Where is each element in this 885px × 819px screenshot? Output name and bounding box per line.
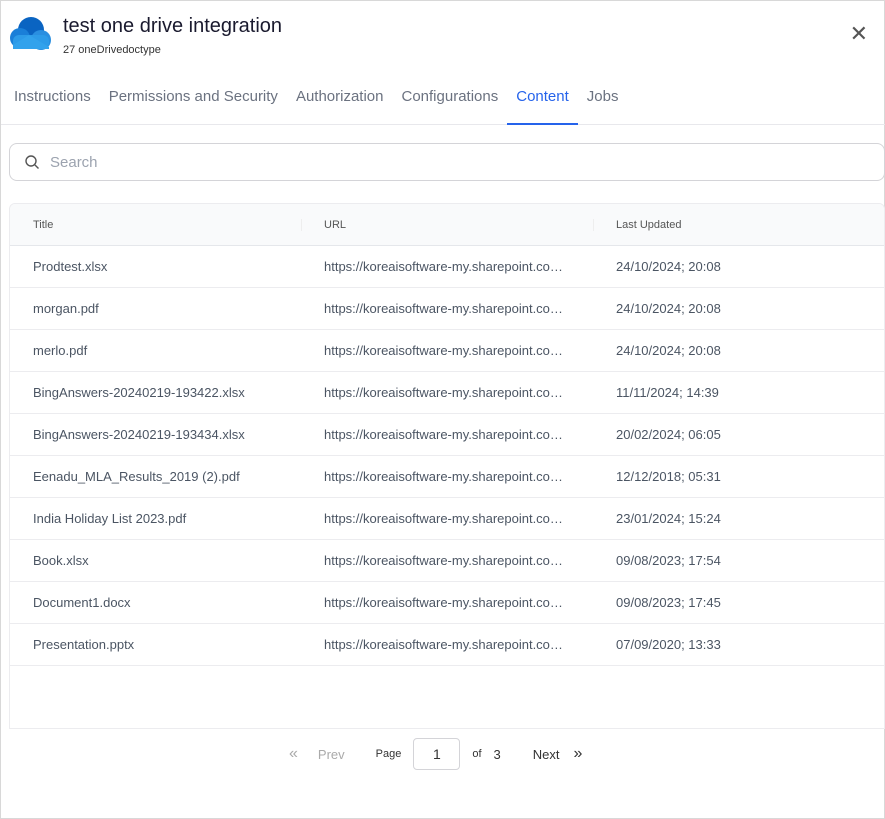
tab-bar: Instructions Permissions and Security Au…	[1, 79, 885, 125]
of-label: of	[472, 748, 482, 760]
row-title: Prodtest.xlsx	[33, 259, 108, 274]
row-url: https://koreaisoftware-my.sharepoint.com…	[324, 637, 572, 652]
page-title: test one drive integration	[63, 15, 283, 37]
row-last-updated: 12/12/2018; 05:31	[616, 469, 721, 484]
row-title: India Holiday List 2023.pdf	[33, 511, 187, 526]
row-title: morgan.pdf	[33, 301, 99, 316]
page-label: Page	[375, 748, 402, 760]
close-icon[interactable]: ✕	[850, 21, 868, 47]
row-url: https://koreaisoftware-my.sharepoint.com…	[324, 259, 572, 274]
tab-content[interactable]: Content	[507, 79, 578, 125]
row-url: https://koreaisoftware-my.sharepoint.com…	[324, 511, 572, 526]
tab-configurations[interactable]: Configurations	[393, 79, 508, 125]
column-header-url[interactable]: URL	[302, 218, 594, 231]
row-url: https://koreaisoftware-my.sharepoint.com…	[324, 301, 572, 316]
pagination: « Prev Page 1 of 3 Next »	[289, 738, 582, 770]
row-last-updated: 09/08/2023; 17:45	[616, 595, 721, 610]
row-last-updated: 24/10/2024; 20:08	[616, 301, 721, 316]
table-row[interactable]: BingAnswers-20240219-193434.xlsx https://…	[10, 414, 884, 456]
row-url: https://koreaisoftware-my.sharepoint.com…	[324, 427, 572, 442]
header: test one drive integration 27 oneDrivedo…	[9, 13, 282, 56]
table-row[interactable]: morgan.pdf https://koreaisoftware-my.shar…	[10, 288, 884, 330]
search-box	[9, 143, 885, 181]
table-row[interactable]: Document1.docx https://koreaisoftware-my.…	[10, 582, 884, 624]
content-table: Title URL Last Updated Prodtest.xlsx http…	[9, 203, 885, 729]
row-url: https://koreaisoftware-my.sharepoint.com…	[324, 553, 572, 568]
row-url: https://koreaisoftware-my.sharepoint.com…	[324, 595, 572, 610]
next-button[interactable]: Next	[533, 747, 560, 762]
table-row[interactable]: India Holiday List 2023.pdf https://korea…	[10, 498, 884, 540]
tab-instructions[interactable]: Instructions	[5, 79, 100, 125]
search-input[interactable]	[50, 153, 830, 171]
row-title: Presentation.pptx	[33, 637, 135, 652]
tab-permissions-security[interactable]: Permissions and Security	[100, 79, 287, 125]
row-url: https://koreaisoftware-my.sharepoint.com…	[324, 343, 572, 358]
page-subtitle: 27 oneDrivedoctype	[63, 44, 161, 56]
prev-button[interactable]: Prev	[318, 747, 345, 762]
page-number-input[interactable]: 1	[413, 738, 461, 770]
row-last-updated: 09/08/2023; 17:54	[616, 553, 721, 568]
table-header: Title URL Last Updated	[10, 204, 884, 246]
row-last-updated: 23/01/2024; 15:24	[616, 511, 721, 526]
row-last-updated: 20/02/2024; 06:05	[616, 427, 721, 442]
row-title: Eenadu_MLA_Results_2019 (2).pdf	[33, 469, 240, 484]
table-row[interactable]: Presentation.pptx https://koreaisoftware-…	[10, 624, 884, 666]
total-pages: 3	[493, 746, 501, 762]
tab-jobs[interactable]: Jobs	[578, 79, 628, 125]
column-header-title[interactable]: Title	[10, 218, 302, 231]
table-row[interactable]: BingAnswers-20240219-193422.xlsx https://…	[10, 372, 884, 414]
table-row[interactable]: Book.xlsx https://koreaisoftware-my.share…	[10, 540, 884, 582]
row-url: https://koreaisoftware-my.sharepoint.com…	[324, 385, 572, 400]
first-page-button[interactable]: «	[289, 745, 298, 763]
tab-authorization[interactable]: Authorization	[287, 79, 393, 125]
table-row[interactable]: Prodtest.xlsx https://koreaisoftware-my.s…	[10, 246, 884, 288]
row-url: https://koreaisoftware-my.sharepoint.com…	[324, 469, 572, 484]
onedrive-logo-icon	[10, 17, 51, 50]
column-header-last-updated[interactable]: Last Updated	[594, 219, 681, 231]
row-last-updated: 07/09/2020; 13:33	[616, 637, 721, 652]
row-title: Document1.docx	[33, 595, 131, 610]
row-last-updated: 24/10/2024; 20:08	[616, 343, 721, 358]
row-title: BingAnswers-20240219-193434.xlsx	[33, 427, 245, 442]
row-title: BingAnswers-20240219-193422.xlsx	[33, 385, 245, 400]
row-title: merlo.pdf	[33, 343, 88, 358]
row-title: Book.xlsx	[33, 553, 89, 568]
table-row[interactable]: merlo.pdf https://koreaisoftware-my.share…	[10, 330, 884, 372]
search-icon	[25, 155, 39, 169]
last-page-button[interactable]: »	[574, 745, 583, 763]
row-last-updated: 24/10/2024; 20:08	[616, 259, 721, 274]
table-row[interactable]: Eenadu_MLA_Results_2019 (2).pdf https://k…	[10, 456, 884, 498]
row-last-updated: 11/11/2024; 14:39	[616, 385, 719, 400]
